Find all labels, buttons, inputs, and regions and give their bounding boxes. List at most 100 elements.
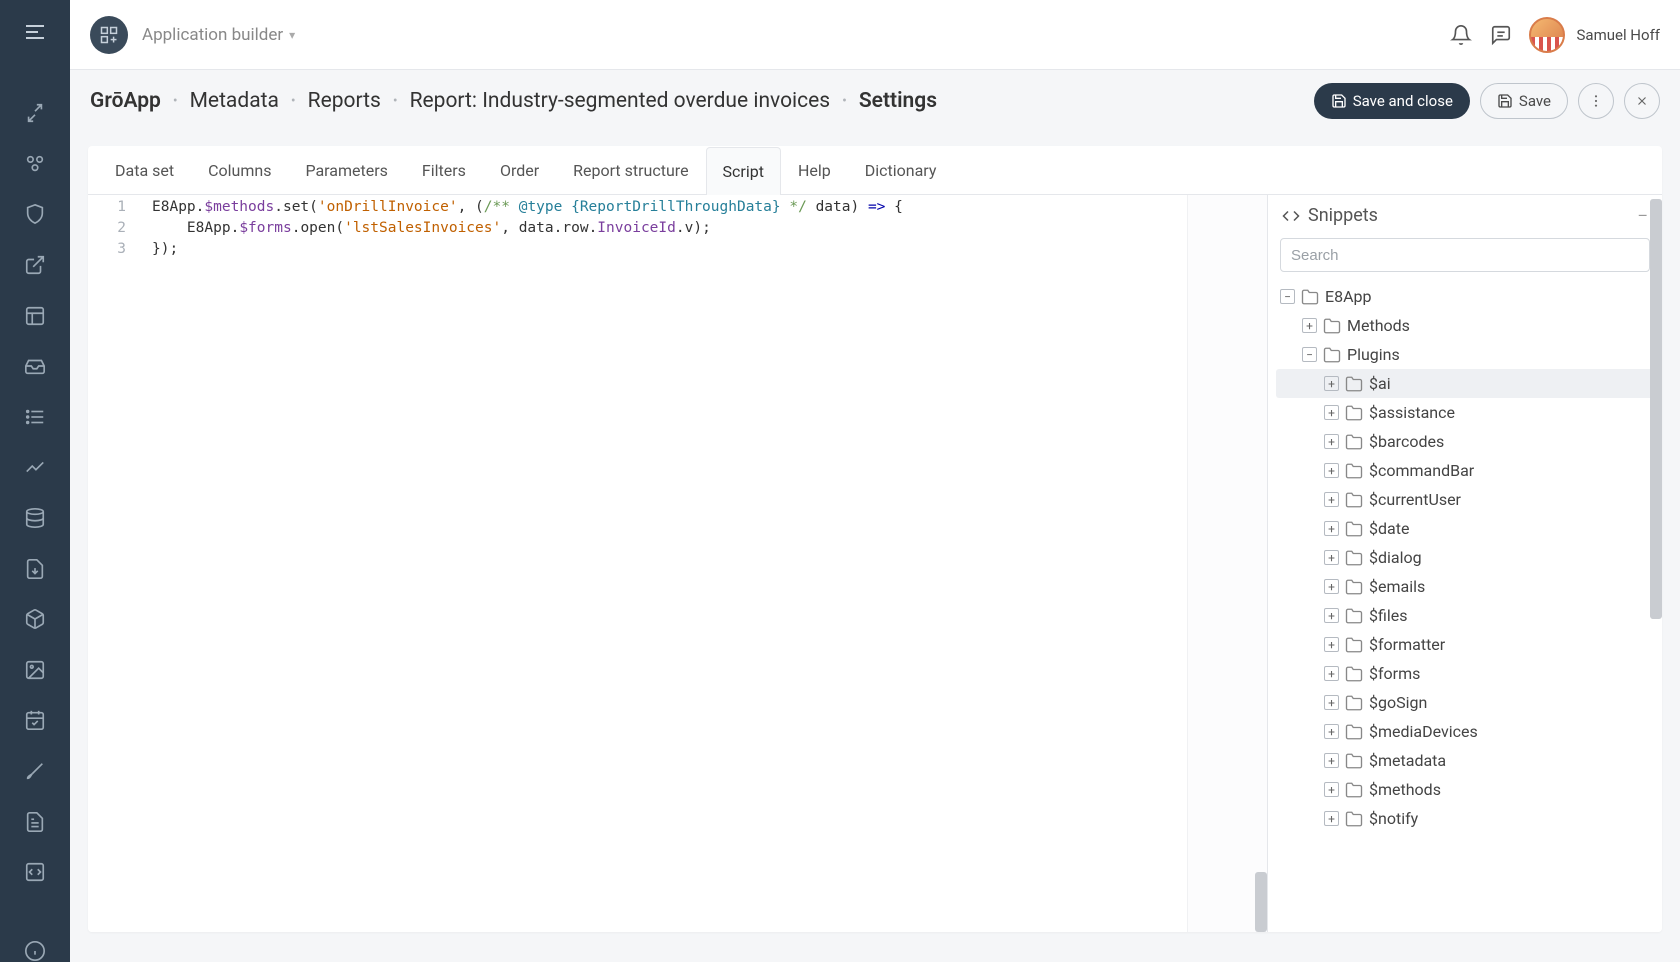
expand-icon[interactable]: +: [1324, 521, 1339, 536]
modules-icon[interactable]: [23, 153, 47, 176]
tab-data-set[interactable]: Data set: [98, 146, 191, 194]
more-button[interactable]: [1578, 83, 1614, 119]
tab-dictionary[interactable]: Dictionary: [848, 146, 954, 194]
list-icon[interactable]: [23, 406, 47, 429]
expand-icon[interactable]: +: [1324, 550, 1339, 565]
image-icon[interactable]: [23, 659, 47, 682]
tree-node-label: $barcodes: [1369, 432, 1444, 451]
avatar[interactable]: [1529, 17, 1565, 53]
tree-node[interactable]: +$notify: [1276, 804, 1656, 833]
tree-node[interactable]: + $goSign: [1276, 688, 1656, 717]
tree-node-label: $goSign: [1369, 693, 1427, 712]
chart-icon[interactable]: [23, 456, 47, 479]
info-icon[interactable]: [23, 940, 47, 962]
tree-node-label: $forms: [1369, 664, 1420, 683]
collapse-icon[interactable]: −: [1302, 347, 1317, 362]
expand-icon[interactable]: +: [1324, 608, 1339, 623]
tree-node[interactable]: +$mediaDevices: [1276, 717, 1656, 746]
code-editor[interactable]: 1E8App.$methods.set('onDrillInvoice', (/…: [88, 195, 1267, 932]
tree-node[interactable]: + Methods: [1276, 311, 1656, 340]
expand-icon[interactable]: +: [1324, 492, 1339, 507]
expand-icon[interactable]: +: [1324, 579, 1339, 594]
tree-node-label: $assistance: [1369, 403, 1455, 422]
line-number: 2: [88, 218, 138, 239]
expand-icon[interactable]: +: [1324, 782, 1339, 797]
expand-icon[interactable]: +: [1302, 318, 1317, 333]
tab-parameters[interactable]: Parameters: [288, 146, 404, 194]
menu-icon[interactable]: [23, 20, 47, 44]
collapse-icon[interactable]: –: [1638, 206, 1649, 225]
tab-order[interactable]: Order: [483, 146, 556, 194]
editor-scrollbar[interactable]: [1255, 195, 1267, 932]
tab-filters[interactable]: Filters: [405, 146, 483, 194]
tree-node[interactable]: +$emails: [1276, 572, 1656, 601]
save-button[interactable]: Save: [1480, 83, 1568, 119]
tree-node[interactable]: +$currentUser: [1276, 485, 1656, 514]
puzzle-icon[interactable]: [23, 102, 47, 125]
inbox-icon[interactable]: [23, 355, 47, 378]
brush-icon[interactable]: [23, 760, 47, 783]
expand-icon[interactable]: +: [1324, 724, 1339, 739]
notifications-icon[interactable]: [1441, 15, 1481, 55]
expand-icon[interactable]: +: [1324, 463, 1339, 478]
code-line[interactable]: 3});: [88, 239, 1267, 260]
app-title-dropdown[interactable]: Application builder ▾: [142, 25, 295, 45]
database-icon[interactable]: [23, 507, 47, 530]
crumb[interactable]: Reports: [308, 89, 381, 113]
chevron-down-icon: ▾: [289, 28, 295, 42]
save-and-close-button[interactable]: Save and close: [1314, 83, 1470, 119]
code-tag-icon: [1282, 207, 1300, 225]
tree-node[interactable]: +$commandBar: [1276, 456, 1656, 485]
expand-icon[interactable]: +: [1324, 405, 1339, 420]
tab-script[interactable]: Script: [706, 147, 781, 195]
code-icon[interactable]: [23, 861, 47, 884]
cube-icon[interactable]: [23, 608, 47, 631]
tree-node[interactable]: + $barcodes: [1276, 427, 1656, 456]
code-line[interactable]: 2 E8App.$forms.open('lstSalesInvoices', …: [88, 218, 1267, 239]
folder-icon: [1345, 810, 1363, 828]
expand-icon[interactable]: +: [1324, 666, 1339, 681]
tab-columns[interactable]: Columns: [191, 146, 288, 194]
search-input[interactable]: [1291, 247, 1639, 264]
code-line[interactable]: 1E8App.$methods.set('onDrillInvoice', (/…: [88, 197, 1267, 218]
snippets-scrollbar[interactable]: [1650, 195, 1662, 932]
collapse-icon[interactable]: −: [1280, 289, 1295, 304]
expand-icon[interactable]: +: [1324, 434, 1339, 449]
tree-node[interactable]: +$dialog: [1276, 543, 1656, 572]
expand-icon[interactable]: +: [1324, 811, 1339, 826]
separator-icon: •: [842, 93, 847, 109]
tree-node[interactable]: + $forms: [1276, 659, 1656, 688]
expand-icon[interactable]: +: [1324, 695, 1339, 710]
tree-node[interactable]: +$ai: [1276, 369, 1656, 398]
tree-node-label: Methods: [1347, 316, 1410, 335]
comments-icon[interactable]: [1481, 15, 1521, 55]
tab-help[interactable]: Help: [781, 146, 848, 194]
tree-node[interactable]: +$files: [1276, 601, 1656, 630]
crumb[interactable]: Report: Industry-segmented overdue invoi…: [410, 89, 831, 113]
expand-icon[interactable]: +: [1324, 376, 1339, 391]
app-logo[interactable]: [90, 16, 128, 54]
tree-node[interactable]: −E8App: [1276, 282, 1656, 311]
folder-icon: [1323, 346, 1341, 364]
external-link-icon[interactable]: [23, 254, 47, 277]
shield-icon[interactable]: [23, 203, 47, 226]
folder-icon: [1345, 462, 1363, 480]
folder-icon: [1345, 578, 1363, 596]
tree-node[interactable]: +$metadata: [1276, 746, 1656, 775]
layout-icon[interactable]: [23, 304, 47, 327]
tree-node[interactable]: −Plugins: [1276, 340, 1656, 369]
tab-report-structure[interactable]: Report structure: [556, 146, 705, 194]
expand-icon[interactable]: +: [1324, 637, 1339, 652]
tree-node[interactable]: +$date: [1276, 514, 1656, 543]
calendar-icon[interactable]: [23, 709, 47, 732]
close-button[interactable]: [1624, 83, 1660, 119]
expand-icon[interactable]: +: [1324, 753, 1339, 768]
tree-node[interactable]: +$formatter: [1276, 630, 1656, 659]
crumb[interactable]: GrōApp: [90, 89, 161, 113]
download-icon[interactable]: [23, 557, 47, 580]
snippets-search[interactable]: [1280, 238, 1650, 272]
tree-node[interactable]: +$methods: [1276, 775, 1656, 804]
crumb[interactable]: Metadata: [190, 89, 279, 113]
document-icon[interactable]: [23, 810, 47, 833]
tree-node[interactable]: + $assistance: [1276, 398, 1656, 427]
